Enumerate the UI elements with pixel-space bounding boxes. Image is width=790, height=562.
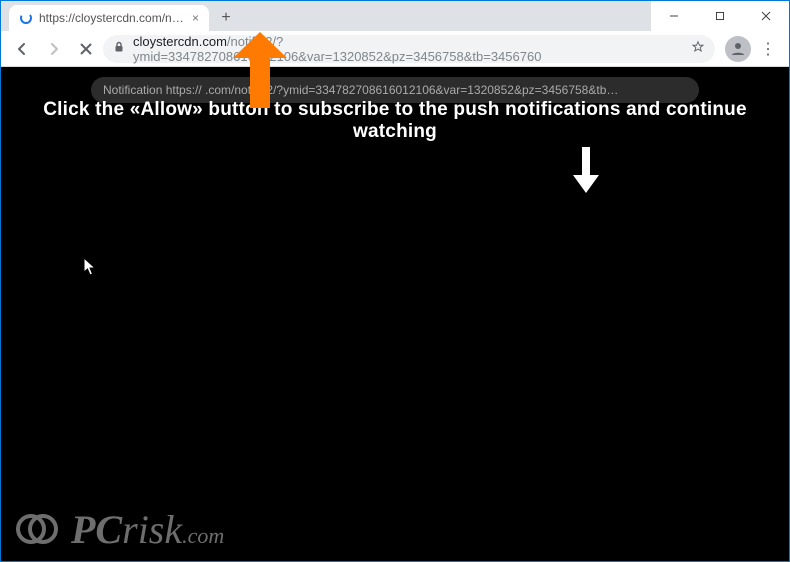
stop-reload-button[interactable] (71, 34, 101, 64)
page-headline: Click the «Allow» button to subscribe to… (1, 99, 789, 143)
bookmark-star-icon[interactable] (691, 40, 705, 57)
watermark-risk: risk (122, 506, 182, 553)
watermark-com: .com (182, 523, 224, 549)
maximize-button[interactable] (697, 1, 743, 31)
close-window-button[interactable] (743, 1, 789, 31)
browser-toolbar: cloystercdn.com/notify/2/?ymid=334782708… (1, 31, 789, 67)
browser-tab[interactable]: https://cloystercdn.com/notify/2/? × (9, 5, 209, 31)
tab-spinner-icon (19, 11, 33, 25)
watermark: PC risk .com (13, 505, 224, 553)
url-host: cloystercdn.com (133, 34, 227, 49)
browser-menu-button[interactable]: ⋮ (753, 34, 783, 64)
address-bar[interactable]: cloystercdn.com/notify/2/?ymid=334782708… (103, 35, 715, 63)
page-viewport: Notification https:// .com/notify/2/?ymi… (1, 67, 789, 561)
lock-icon (113, 41, 125, 56)
back-button[interactable] (7, 34, 37, 64)
titlebar: https://cloystercdn.com/notify/2/? × + (1, 1, 789, 31)
profile-avatar[interactable] (725, 36, 751, 62)
watermark-pc: PC (71, 506, 122, 553)
tab-title: https://cloystercdn.com/notify/2/? (39, 11, 186, 25)
tab-strip: https://cloystercdn.com/notify/2/? × + (1, 1, 651, 31)
new-tab-button[interactable]: + (213, 5, 239, 31)
tab-close-button[interactable]: × (192, 12, 199, 24)
window-controls (651, 1, 789, 31)
watermark-text: PC risk .com (71, 506, 224, 553)
notification-text: Notification https:// .com/notify/2/?ymi… (103, 83, 618, 97)
forward-button[interactable] (39, 34, 69, 64)
browser-window: https://cloystercdn.com/notify/2/? × + (0, 0, 790, 562)
watermark-logo-icon (13, 505, 61, 553)
arrow-down-icon (571, 147, 601, 195)
minimize-button[interactable] (651, 1, 697, 31)
mouse-cursor-icon (83, 257, 97, 282)
url-text: cloystercdn.com/notify/2/?ymid=334782708… (133, 34, 683, 64)
